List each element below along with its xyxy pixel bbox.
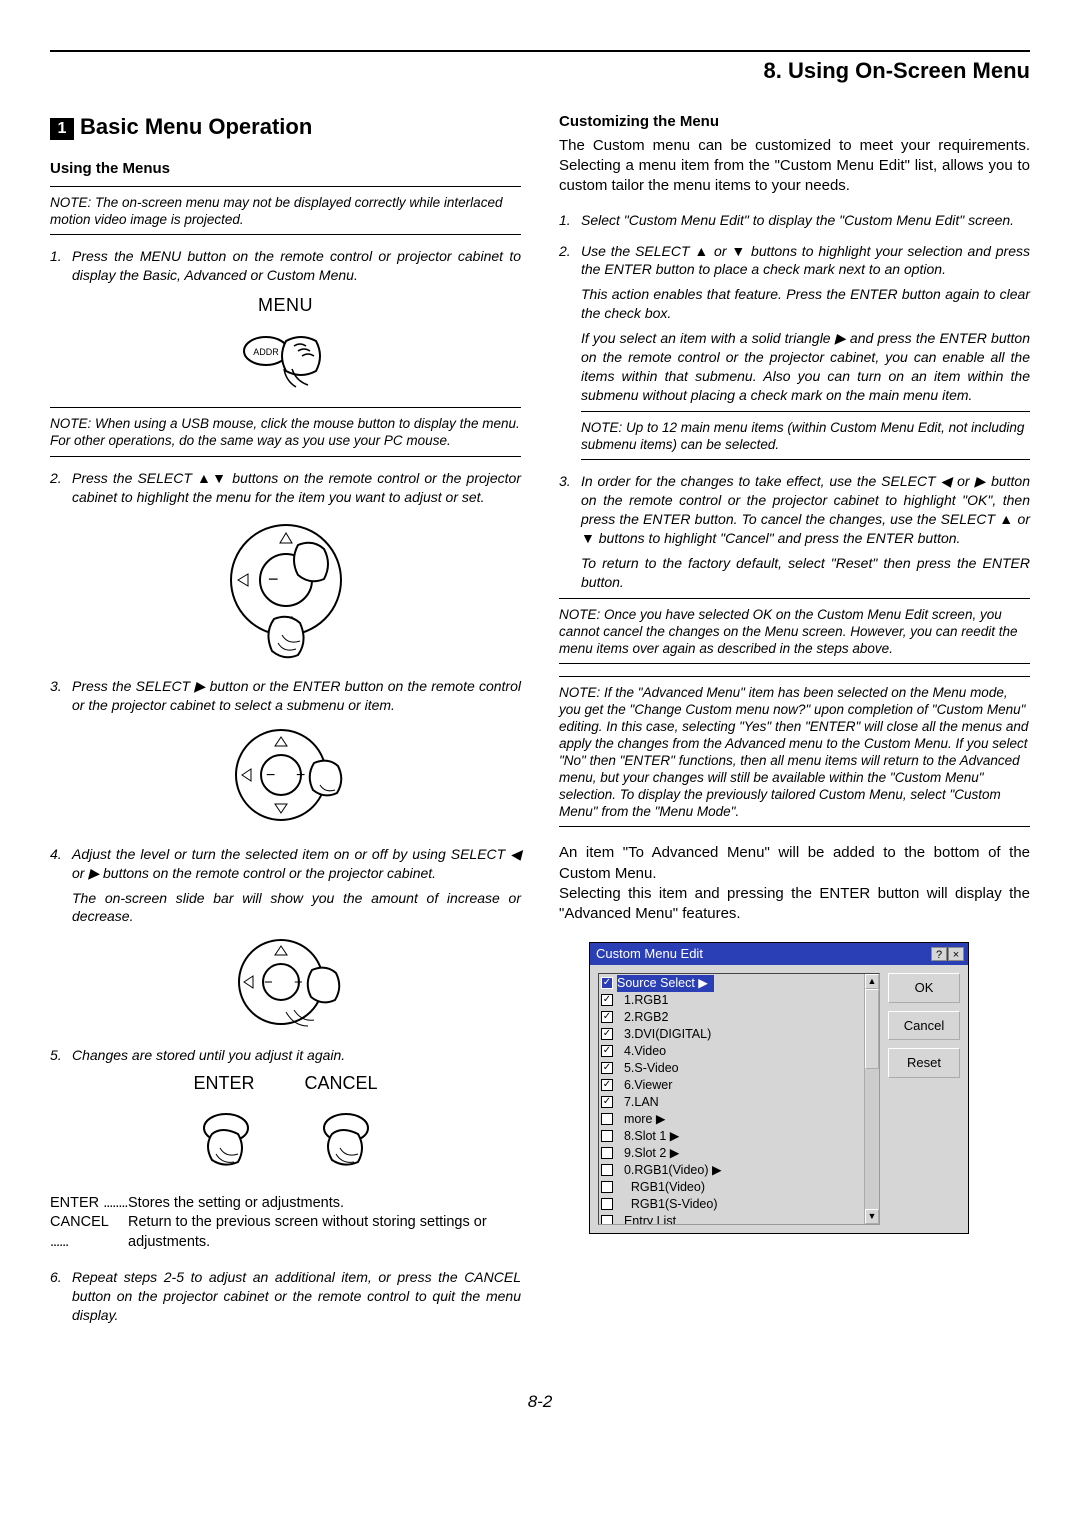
addr-label: ADDR <box>253 347 279 357</box>
cme-list-item[interactable]: ✓Source Select ▶ <box>601 975 864 992</box>
intro-p: The Custom menu can be customized to mee… <box>559 136 1030 197</box>
left-column: 1Basic Menu Operation Using the Menus NO… <box>50 112 521 1331</box>
svg-text:−: − <box>268 569 279 589</box>
checkbox-icon[interactable] <box>601 1215 613 1225</box>
subhead-using-menus: Using the Menus <box>50 159 521 179</box>
cme-scrollbar[interactable]: ▲ ▼ <box>864 974 879 1224</box>
note-interlaced: NOTE: The on-screen menu may not be disp… <box>50 195 521 229</box>
cme-titlebar: Custom Menu Edit ?× <box>590 943 968 965</box>
section-number: 1 <box>50 118 74 140</box>
post-p2: Selecting this item and pressing the ENT… <box>559 884 1030 925</box>
scroll-up-icon[interactable]: ▲ <box>865 974 879 989</box>
reset-button[interactable]: Reset <box>888 1048 960 1078</box>
help-icon[interactable]: ? <box>931 947 947 961</box>
enter-def: ENTER ........ Stores the setting or adj… <box>50 1194 521 1214</box>
step1: Press the MENU button on the remote cont… <box>72 247 521 285</box>
cancel-def: CANCEL ...... Return to the previous scr… <box>50 1213 521 1252</box>
page-number: 8-2 <box>50 1391 1030 1414</box>
note-12items: NOTE: Up to 12 main menu items (within C… <box>581 420 1030 454</box>
cme-list-item[interactable]: ✓ 6.Viewer <box>601 1077 864 1094</box>
cme-list-item[interactable]: ✓ 4.Video <box>601 1043 864 1060</box>
cancel-button[interactable]: Cancel <box>888 1011 960 1041</box>
custom-menu-edit-window: Custom Menu Edit ?× ✓Source Select ▶✓ 1.… <box>589 942 969 1234</box>
checkbox-icon[interactable]: ✓ <box>601 1045 613 1057</box>
step2: Press the SELECT ▲▼ buttons on the remot… <box>72 469 521 507</box>
checkbox-icon[interactable]: ✓ <box>601 1011 613 1023</box>
illustration-slider: − + <box>50 934 521 1034</box>
checkbox-icon[interactable]: ✓ <box>601 977 613 989</box>
section-title: 1Basic Menu Operation <box>50 112 521 142</box>
note-ok-selected: NOTE: Once you have selected OK on the C… <box>559 607 1030 658</box>
cme-list-item[interactable]: ✓ 2.RGB2 <box>601 1009 864 1026</box>
cme-list-item[interactable]: ✓ 1.RGB1 <box>601 992 864 1009</box>
close-icon[interactable]: × <box>948 947 964 961</box>
step5: Changes are stored until you adjust it a… <box>72 1046 521 1065</box>
enter-label: ENTER <box>193 1071 254 1095</box>
svg-text:+: + <box>294 974 303 991</box>
scroll-down-icon[interactable]: ▼ <box>865 1209 879 1224</box>
cme-listbox[interactable]: ✓Source Select ▶✓ 1.RGB1✓ 2.RGB2✓ 3.DVI(… <box>598 973 880 1225</box>
cme-list-item[interactable]: RGB1(S-Video) <box>601 1196 864 1213</box>
rstep1: Select "Custom Menu Edit" to display the… <box>581 211 1030 230</box>
checkbox-icon[interactable] <box>601 1147 613 1159</box>
checkbox-icon[interactable] <box>601 1113 613 1125</box>
note-usb-mouse: NOTE: When using a USB mouse, click the … <box>50 416 521 450</box>
ok-button[interactable]: OK <box>888 973 960 1003</box>
svg-text:−: − <box>264 974 273 991</box>
step3: Press the SELECT ▶ button or the ENTER b… <box>72 677 521 715</box>
cancel-label: CANCEL <box>304 1071 377 1095</box>
checkbox-icon[interactable]: ✓ <box>601 1062 613 1074</box>
cme-list-item[interactable]: 9.Slot 2 ▶ <box>601 1145 864 1162</box>
cme-list-item[interactable]: more ▶ <box>601 1111 864 1128</box>
checkbox-icon[interactable] <box>601 1198 613 1210</box>
rstep3: In order for the changes to take effect,… <box>581 472 1030 591</box>
checkbox-icon[interactable]: ✓ <box>601 994 613 1006</box>
cme-list-item[interactable]: 0.RGB1(Video) ▶ <box>601 1162 864 1179</box>
cme-list-item[interactable]: ✓ 7.LAN <box>601 1094 864 1111</box>
note-advanced-menu: NOTE: If the "Advanced Menu" item has be… <box>559 685 1030 820</box>
illustration-enter-cancel <box>50 1104 521 1184</box>
step4: Adjust the level or turn the selected it… <box>72 845 521 927</box>
step6: Repeat steps 2-5 to adjust an additional… <box>72 1268 521 1325</box>
rstep2: Use the SELECT ▲ or ▼ buttons to highlig… <box>581 242 1030 405</box>
cme-list-item[interactable]: ✓ 5.S-Video <box>601 1060 864 1077</box>
cme-list-item[interactable]: Entry List <box>601 1213 864 1225</box>
illustration-dpad-right: − + <box>50 723 521 833</box>
cme-list-item[interactable]: 8.Slot 1 ▶ <box>601 1128 864 1145</box>
checkbox-icon[interactable] <box>601 1164 613 1176</box>
right-column: Customizing the Menu The Custom menu can… <box>559 112 1030 1331</box>
post-p1: An item "To Advanced Menu" will be added… <box>559 843 1030 884</box>
cme-list-item[interactable]: ✓ 3.DVI(DIGITAL) <box>601 1026 864 1043</box>
svg-text:−: − <box>266 767 275 784</box>
chapter-heading: 8. Using On-Screen Menu <box>50 56 1030 86</box>
subhead-customizing: Customizing the Menu <box>559 112 1030 132</box>
illustration-menu-button: MENU ADDR <box>50 293 521 401</box>
checkbox-icon[interactable]: ✓ <box>601 1079 613 1091</box>
checkbox-icon[interactable] <box>601 1130 613 1142</box>
cme-list-item[interactable]: RGB1(Video) <box>601 1179 864 1196</box>
cancel-icon <box>324 1114 368 1165</box>
svg-text:+: + <box>296 767 305 784</box>
checkbox-icon[interactable]: ✓ <box>601 1096 613 1108</box>
illustration-dpad-down: − <box>50 515 521 665</box>
enter-icon <box>204 1114 248 1165</box>
checkbox-icon[interactable] <box>601 1181 613 1193</box>
checkbox-icon[interactable]: ✓ <box>601 1028 613 1040</box>
